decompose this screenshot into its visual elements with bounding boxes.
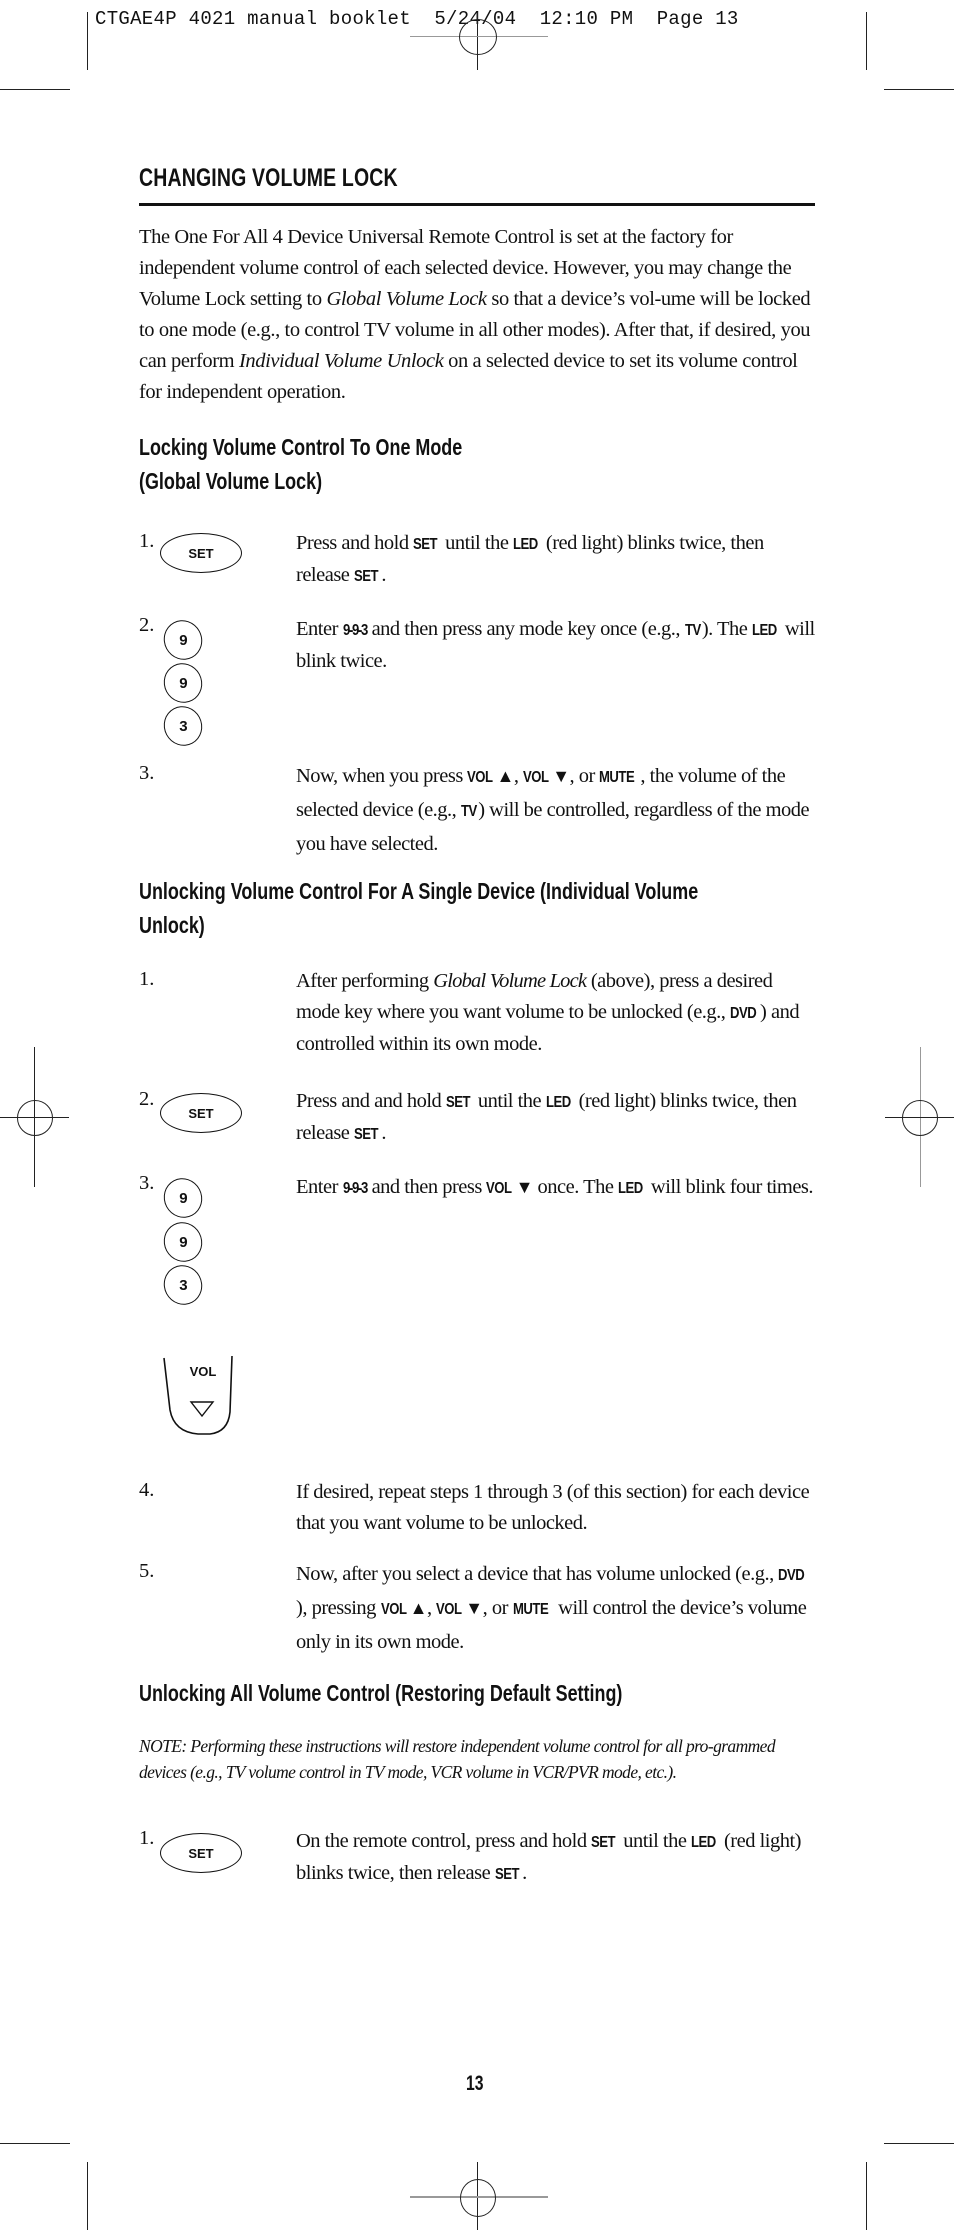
crop-mark-top-right	[866, 12, 867, 70]
registration-mark-top-icon	[459, 19, 497, 55]
step-number: 3.	[139, 762, 155, 784]
crop-mark-left-bottom	[0, 2143, 70, 2144]
triangle-down-icon: ▼	[552, 766, 570, 786]
section-heading-restore-default: Unlocking All Volume Control (Restoring …	[139, 1680, 623, 1706]
vol-key-label: VOL	[190, 1364, 217, 1379]
title-rule	[139, 203, 815, 206]
intro-paragraph: The One For All 4 Device Universal Remot…	[139, 226, 811, 403]
step-number: 4.	[139, 1479, 155, 1501]
registration-mark-bottom-icon	[460, 2179, 496, 2217]
set-key-icon: SET	[160, 1093, 242, 1133]
note-paragraph: NOTE: Performing these instructions will…	[139, 1736, 776, 1782]
step-text: Press and and hold SET until the LED (re…	[296, 1090, 797, 1144]
digit-3-key-icon: 3	[156, 699, 210, 753]
registration-mark-left-icon	[17, 1100, 53, 1136]
step-text: Press and hold SET until the LED (red li…	[296, 532, 764, 586]
crop-mark-right-top	[884, 89, 954, 90]
digit-9-key-icon: 9	[156, 1171, 210, 1225]
step-text: If desired, repeat steps 1 through 3 (of…	[296, 1481, 810, 1534]
registration-mark-right-icon	[902, 1100, 938, 1136]
step-number: 5.	[139, 1560, 155, 1582]
triangle-up-icon: ▲	[496, 766, 515, 786]
vol-down-key-icon: VOL	[163, 1355, 233, 1435]
slug-filename: CTGAE4P 4021 manual booklet	[95, 8, 411, 30]
page-number: 13	[466, 2072, 484, 2095]
digit-9-key-icon: 9	[156, 613, 210, 667]
step-text: Enter 9 - 9 - 3 and then press any mode …	[296, 618, 815, 672]
step-text: Enter 9 - 9 - 3 and then press VOL ▼ once…	[296, 1176, 814, 1198]
slug-time: 12:10 PM	[539, 8, 634, 30]
triangle-down-icon: ▼	[515, 1177, 534, 1197]
crop-mark-left-top	[0, 89, 70, 90]
step-number: 2.	[139, 614, 155, 636]
step-number: 1.	[139, 1827, 155, 1849]
section-heading-individual-unlock: Unlocking Volume Control For A Single De…	[139, 878, 699, 938]
step-number: 1.	[139, 968, 155, 990]
step-number: 2.	[139, 1088, 155, 1110]
set-key-icon: SET	[160, 533, 242, 573]
crop-mark-top-left	[87, 12, 88, 70]
set-key-icon: SET	[160, 1833, 242, 1873]
digit-9-key-icon: 9	[156, 1215, 210, 1269]
term-individual-volume-unlock: Individual Volume Unlock	[238, 350, 444, 372]
crop-mark-right-bottom	[884, 2143, 954, 2144]
term-global-volume-lock: Global Volume Lock	[326, 288, 487, 310]
triangle-up-icon: ▲	[409, 1598, 428, 1618]
crop-mark-bottom-left	[87, 2162, 88, 2230]
section-heading-global-lock: Locking Volume Control To One Mode (Globa…	[139, 434, 463, 494]
step-text: Now, after you select a device that has …	[296, 1563, 807, 1653]
printer-slug: CTGAE4P 4021 manual booklet 5/24/04 12:1…	[95, 8, 739, 30]
step-number: 1.	[139, 530, 155, 552]
step-text: After performing Global Volume Lock (abo…	[296, 970, 800, 1055]
step-number: 3.	[139, 1172, 155, 1194]
step-text: On the remote control, press and hold SE…	[296, 1830, 801, 1884]
crop-mark-bottom-right	[866, 2162, 867, 2230]
page-title: CHANGING VOLUME LOCK	[139, 164, 398, 192]
step-text: Now, when you press VOL ▲, VOL ▼, or MUTE,…	[296, 765, 810, 855]
digit-3-key-icon: 3	[156, 1258, 210, 1312]
triangle-down-icon: ▼	[465, 1598, 483, 1618]
slug-page: Page 13	[656, 8, 739, 30]
digit-9-key-icon: 9	[156, 656, 210, 710]
